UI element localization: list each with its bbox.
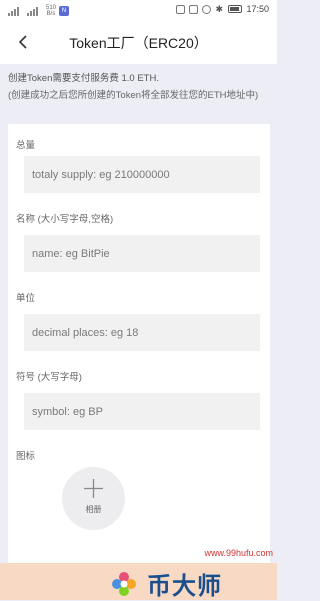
battery-icon xyxy=(228,5,243,13)
icon-label: 图标 xyxy=(16,451,36,462)
decimals-input[interactable] xyxy=(24,314,260,351)
flower-logo-icon xyxy=(112,572,136,596)
status-right: ✱ 17:50 xyxy=(176,4,269,14)
vibrate-icon xyxy=(189,4,199,14)
bluetooth-icon: ✱ xyxy=(215,3,224,14)
nfc-icon xyxy=(176,4,186,14)
watermark-brand: 币大师 xyxy=(147,572,222,600)
page-title: Token工厂（ERC20） xyxy=(69,35,208,51)
signal-icon xyxy=(8,6,24,16)
clock: 17:50 xyxy=(246,4,269,14)
alarm-icon xyxy=(202,4,212,14)
symbol-label: 符号 (大写字母) xyxy=(16,372,82,383)
supply-input[interactable] xyxy=(24,156,260,193)
name-input[interactable] xyxy=(24,235,260,272)
fee-notice: 创建Token需要支付服务费 1.0 ETH. (创建成功之后您所创建的Toke… xyxy=(8,72,270,102)
back-arrow-icon[interactable] xyxy=(14,31,34,53)
unit-label: 单位 xyxy=(16,293,36,304)
app-header: Token工厂（ERC20） xyxy=(0,22,277,64)
nfc-badge-icon: N xyxy=(59,6,70,16)
upload-icon-button[interactable]: 相册 xyxy=(62,467,125,530)
fee-notice-detail: (创建成功之后您所创建的Token将全部发往您的ETH地址中) xyxy=(8,90,259,101)
status-bar: 510 B/s N ✱ 17:50 xyxy=(0,0,277,22)
token-form: 总量 名称 (大小写字母,空格) 单位 符号 (大写字母) 图标 相册 xyxy=(8,124,270,564)
network-speed: 510 B/s xyxy=(46,5,57,17)
status-left: 510 B/s N xyxy=(8,5,70,17)
fee-notice-line: 创建Token需要支付服务费 1.0 ETH. xyxy=(8,73,159,84)
symbol-input[interactable] xyxy=(24,393,260,430)
plus-icon xyxy=(84,479,103,498)
signal-icon-2 xyxy=(27,6,43,16)
watermark-url: www.99hufu.com xyxy=(204,548,273,558)
name-label: 名称 (大小写字母,空格) xyxy=(16,214,114,225)
album-label: 相册 xyxy=(85,505,102,514)
supply-label: 总量 xyxy=(16,140,36,151)
